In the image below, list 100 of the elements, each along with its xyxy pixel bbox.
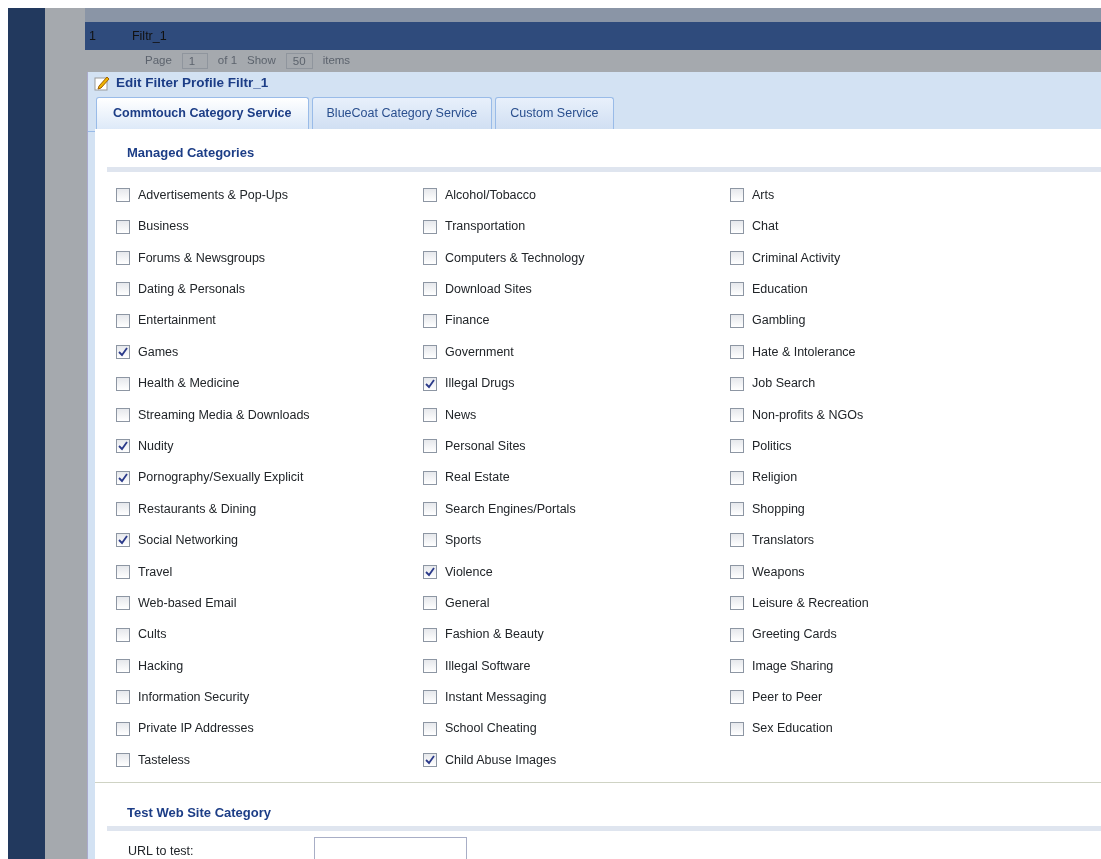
checkbox[interactable]: [116, 250, 130, 265]
checkbox[interactable]: [730, 627, 744, 642]
checkbox-label: Translators: [752, 532, 815, 550]
checkbox[interactable]: [730, 596, 744, 611]
checkbox-label: Alcohol/Tobacco: [445, 186, 537, 204]
checkbox-label: Travel: [138, 563, 173, 581]
checkbox-label: Business: [138, 218, 189, 236]
checkbox[interactable]: [730, 313, 744, 328]
checkbox[interactable]: [423, 596, 437, 611]
checkbox-label: Web-based Email: [138, 594, 237, 612]
checkbox[interactable]: [116, 690, 130, 705]
checkbox[interactable]: [116, 721, 130, 736]
checkbox[interactable]: [423, 439, 437, 454]
checkbox[interactable]: [116, 345, 130, 360]
field-label: URL to test:: [128, 842, 195, 859]
checkbox-label: Illegal Drugs: [445, 375, 515, 393]
checkbox[interactable]: [730, 659, 744, 674]
pager-label: Show: [247, 53, 276, 69]
checkbox[interactable]: [423, 627, 437, 642]
checkbox-label: Social Networking: [138, 532, 239, 550]
pager-label: items: [322, 53, 351, 69]
checkbox-label: News: [445, 406, 477, 424]
checkbox[interactable]: [116, 659, 130, 674]
checkbox-label: Information Security: [138, 689, 250, 707]
checkbox[interactable]: [116, 188, 130, 203]
checkbox[interactable]: [423, 345, 437, 360]
checkbox-label: Cults: [138, 626, 167, 644]
checkbox[interactable]: [116, 470, 130, 485]
checkbox[interactable]: [730, 345, 744, 360]
checkbox[interactable]: [423, 502, 437, 517]
tab[interactable]: Commtouch Category Service: [96, 97, 309, 131]
checkbox-label: Violence: [445, 563, 493, 581]
checkbox[interactable]: [423, 219, 437, 234]
checkbox-label: Instant Messaging: [445, 689, 547, 707]
section-heading: Test Web Site Category: [107, 782, 1101, 832]
checkbox-label: Computers & Technology: [445, 249, 585, 267]
checkbox-label: Health & Medicine: [138, 375, 240, 393]
checkbox[interactable]: [116, 439, 130, 454]
checkbox[interactable]: [116, 502, 130, 517]
checkbox[interactable]: [730, 407, 744, 422]
checkbox-label: Transportation: [445, 218, 526, 236]
checkbox[interactable]: [423, 659, 437, 674]
checkbox[interactable]: [423, 188, 437, 203]
checkbox-label: Child Abuse Images: [445, 751, 557, 769]
dialog-title: Edit Filter Profile Filtr_1: [116, 73, 269, 92]
checkbox-label: Criminal Activity: [752, 249, 841, 267]
checkbox[interactable]: [116, 627, 130, 642]
checkbox[interactable]: [116, 407, 130, 422]
checkbox-label: Search Engines/Portals: [445, 500, 576, 518]
pager-label: of 1: [217, 53, 238, 69]
checkbox[interactable]: [730, 282, 744, 297]
checkbox-label: Arts: [752, 186, 775, 204]
checkbox[interactable]: [116, 282, 130, 297]
tab[interactable]: BlueCoat Category Service: [311, 97, 493, 131]
checkbox-label: Entertainment: [138, 312, 216, 330]
checkbox[interactable]: [116, 376, 130, 391]
checkbox[interactable]: [730, 502, 744, 517]
checkbox[interactable]: [423, 470, 437, 485]
checkbox[interactable]: [730, 219, 744, 234]
checkbox-label: Job Search: [752, 375, 816, 393]
checkbox-label: Leisure & Recreation: [752, 594, 869, 612]
tab[interactable]: Custom Service: [495, 97, 614, 131]
checkbox[interactable]: [730, 188, 744, 203]
checkbox[interactable]: [423, 564, 437, 579]
checkbox-label: Hacking: [138, 657, 184, 675]
url-field[interactable]: [314, 837, 467, 859]
checkbox[interactable]: [423, 533, 437, 548]
checkbox-label: Games: [138, 343, 179, 361]
checkbox[interactable]: [423, 250, 437, 265]
checkbox-label: Real Estate: [445, 469, 510, 487]
checkbox[interactable]: [730, 564, 744, 579]
checkbox[interactable]: [116, 753, 130, 768]
pencil-icon: [94, 75, 110, 91]
checkbox[interactable]: [423, 407, 437, 422]
checkbox[interactable]: [730, 376, 744, 391]
checkbox[interactable]: [116, 313, 130, 328]
checkbox-label: Gambling: [752, 312, 806, 330]
checkbox[interactable]: [423, 313, 437, 328]
checkbox[interactable]: [423, 690, 437, 705]
checkbox[interactable]: [423, 282, 437, 297]
checkbox-label: Dating & Personals: [138, 281, 245, 298]
checkbox[interactable]: [730, 250, 744, 265]
checkbox[interactable]: [730, 439, 744, 454]
checkbox[interactable]: [116, 219, 130, 234]
checkbox[interactable]: [116, 564, 130, 579]
checkbox[interactable]: [116, 596, 130, 611]
checkbox-label: Shopping: [752, 500, 805, 518]
checkbox-label: Greeting Cards: [752, 626, 837, 644]
checkbox[interactable]: [423, 753, 437, 768]
checkbox-label: Sex Education: [752, 720, 833, 738]
checkbox-label: Government: [445, 343, 514, 361]
checkbox[interactable]: [730, 470, 744, 485]
checkbox-label: Hate & Intolerance: [752, 343, 856, 361]
checkbox[interactable]: [423, 721, 437, 736]
checkbox[interactable]: [423, 376, 437, 391]
checkbox[interactable]: [730, 721, 744, 736]
checkbox[interactable]: [730, 690, 744, 705]
checkbox[interactable]: [730, 533, 744, 548]
checkbox-label: Forums & Newsgroups: [138, 249, 266, 267]
checkbox[interactable]: [116, 533, 130, 548]
